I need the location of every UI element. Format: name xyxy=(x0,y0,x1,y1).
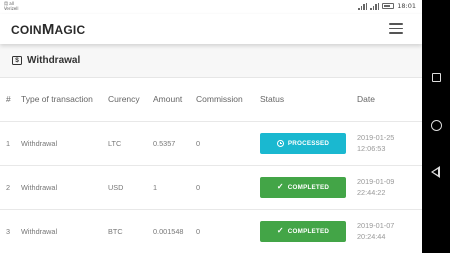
row-index: 2 xyxy=(0,164,21,209)
row-date-time: 20:24:44 xyxy=(357,232,386,242)
table-row: 3 Withdrawal BTC 0.001548 0 ✓ COMPLETED xyxy=(0,208,422,253)
menu-icon[interactable] xyxy=(389,23,403,34)
row-status: ✓ COMPLETED xyxy=(260,208,357,253)
row-date: 2019-01-07 20:24:44 xyxy=(357,208,422,253)
app-screen: 用 all Verizell 18:01 COINMAGIC $ Withdra… xyxy=(0,0,422,253)
row-amount: 0.5357 xyxy=(153,120,196,165)
battery-icon xyxy=(382,3,395,9)
carrier-info: 用 all Verizell xyxy=(4,1,18,11)
clock-icon xyxy=(276,139,284,147)
status-badge: PROCESSED xyxy=(260,132,346,154)
table-header-row: # Type of transaction Curency Amount Com… xyxy=(0,78,422,121)
status-badge-label: COMPLETED xyxy=(287,183,330,191)
carrier-line-2: Verizell xyxy=(4,6,19,11)
col-type-header: Type of transaction xyxy=(21,93,93,104)
dollar-icon: $ xyxy=(12,56,22,65)
row-currency: LTC xyxy=(108,120,153,165)
coinmagic-logo[interactable]: COINMAGIC xyxy=(11,21,85,38)
signal-icon xyxy=(358,2,368,10)
row-date-time: 22:44:22 xyxy=(357,188,386,197)
row-type: Withdrawal xyxy=(21,120,108,165)
row-index: 3 xyxy=(0,208,21,253)
page-title: $ Withdrawal xyxy=(12,55,80,66)
withdrawal-table: # Type of transaction Curency Amount Com… xyxy=(0,78,422,253)
row-date: 2019-01-25 12:06:53 xyxy=(357,120,422,165)
row-currency: USD xyxy=(108,164,153,209)
logo-m: M xyxy=(41,21,55,38)
status-badge: ✓ COMPLETED xyxy=(260,176,346,198)
check-icon: ✓ xyxy=(276,182,284,191)
signal-icon-2 xyxy=(370,2,380,10)
status-badge: ✓ COMPLETED xyxy=(260,220,346,242)
status-badge-label: PROCESSED xyxy=(287,139,330,147)
row-currency: BTC xyxy=(108,208,153,253)
status-bar: 用 all Verizell 18:01 xyxy=(0,0,422,14)
main-content: $ Withdrawal # Type of transaction Curen… xyxy=(0,44,422,253)
row-date-time: 12:06:53 xyxy=(357,144,386,153)
row-commission: 0 xyxy=(196,164,260,209)
row-status: PROCESSED xyxy=(260,120,357,165)
row-type: Withdrawal xyxy=(21,164,108,209)
status-icons: 18:01 xyxy=(358,2,416,10)
row-date-day: 2019-01-25 xyxy=(357,133,395,142)
row-date: 2019-01-09 22:44:22 xyxy=(357,164,422,209)
logo-suffix: AGIC xyxy=(54,23,86,37)
withdrawal-table-container: # Type of transaction Curency Amount Com… xyxy=(0,78,422,253)
row-index: 1 xyxy=(0,120,21,165)
page-title-text: Withdrawal xyxy=(27,55,81,66)
row-amount: 1 xyxy=(153,164,196,209)
table-row: 1 Withdrawal LTC 0.5357 0 PROCESSED 2019… xyxy=(0,120,422,165)
recent-apps-button[interactable] xyxy=(432,73,441,82)
col-commission-header: Commission xyxy=(196,93,243,104)
card-header: $ Withdrawal xyxy=(0,44,422,78)
app-header: COINMAGIC xyxy=(0,14,422,44)
col-currency-header: Curency xyxy=(108,93,140,104)
back-button[interactable] xyxy=(431,166,440,178)
row-type: Withdrawal xyxy=(21,208,108,253)
table-row: 2 Withdrawal USD 1 0 ✓ COMPLETED 2019-01… xyxy=(0,164,422,209)
check-icon: ✓ xyxy=(276,226,284,236)
status-badge-label: COMPLETED xyxy=(287,227,330,235)
col-index-header: # xyxy=(6,93,11,104)
row-amount: 0.001548 xyxy=(153,208,196,253)
android-nav-bar xyxy=(422,0,450,253)
home-button[interactable] xyxy=(431,120,442,131)
col-amount-header: Amount xyxy=(153,93,183,104)
row-commission: 0 xyxy=(196,208,260,253)
row-status: ✓ COMPLETED xyxy=(260,164,357,209)
status-clock: 18:01 xyxy=(397,2,416,10)
row-date-day: 2019-01-09 xyxy=(357,177,395,186)
row-date-day: 2019-01-07 xyxy=(357,221,395,231)
col-date-header: Date xyxy=(357,93,375,104)
logo-prefix: COIN xyxy=(11,23,42,37)
row-commission: 0 xyxy=(196,120,260,165)
col-status-header: Status xyxy=(260,93,285,104)
